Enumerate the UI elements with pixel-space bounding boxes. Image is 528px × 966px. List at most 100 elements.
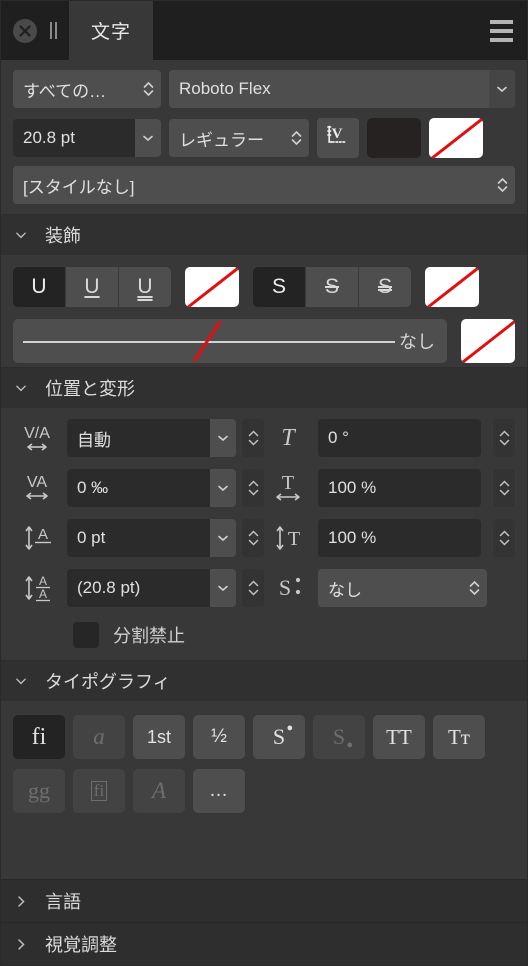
character-rotation-field[interactable]: 0 °	[318, 419, 481, 457]
tracking-cell: VA 0 ‰	[13, 468, 264, 508]
rotation-icon: T	[264, 418, 312, 458]
close-circle-icon[interactable]	[13, 18, 37, 43]
section-header-decoration[interactable]: 装飾	[1, 214, 527, 255]
fill-color-swatch[interactable]	[367, 118, 421, 158]
subscript-button[interactable]: S ●	[313, 715, 365, 759]
strikethrough-double-button[interactable]: S	[359, 267, 411, 307]
position-field[interactable]: なし	[318, 569, 487, 607]
section-header-position[interactable]: 位置と変形	[1, 367, 527, 408]
vertical-text-icon[interactable]: V	[317, 118, 359, 158]
character-rotation-cell: T 0 °	[264, 418, 515, 458]
svg-text:T: T	[288, 528, 300, 550]
swash-label: A	[151, 778, 167, 803]
vertical-scale-stepper[interactable]	[493, 519, 515, 557]
no-break-checkbox[interactable]	[73, 622, 99, 648]
line-style-select[interactable]: なし	[13, 319, 447, 363]
superscript-button[interactable]: S ●	[253, 715, 305, 759]
text-style-stepper[interactable]	[489, 166, 515, 204]
leading-icon: A A	[13, 568, 61, 608]
no-break-label: 分割禁止	[113, 626, 185, 646]
discretionary-ligatures-label: fi	[90, 781, 108, 801]
horizontal-scale-stepper[interactable]	[493, 469, 515, 507]
font-weight-value: レギュラー	[179, 130, 264, 150]
baseline-shift-dropdown-arrow[interactable]	[210, 519, 236, 557]
leading-stepper[interactable]	[242, 569, 264, 607]
small-caps-button[interactable]: Tт	[433, 715, 485, 759]
character-rotation-stepper[interactable]	[493, 419, 515, 457]
alternate-glyphs-button[interactable]: gg	[13, 769, 65, 813]
section-header-language[interactable]: 言語	[1, 879, 527, 922]
text-style-select[interactable]: [スタイルなし]	[13, 166, 515, 204]
kerning-dropdown-arrow[interactable]	[210, 419, 236, 457]
font-filter-select[interactable]: すべての…	[13, 70, 161, 108]
line-color-swatch[interactable]	[461, 319, 515, 363]
svg-text:A: A	[39, 587, 47, 601]
all-caps-label: TT	[386, 724, 412, 749]
position-fields-grid: V/A 自動 T 0 ° VA 0 ‰ T 100 % A 0 pt T 100…	[1, 408, 527, 608]
section-header-typography[interactable]: タイポグラフィ	[1, 660, 527, 701]
font-filter-value: すべての…	[23, 81, 107, 101]
underline-single-button[interactable]: U	[66, 267, 119, 307]
stroke-color-swatch[interactable]	[429, 118, 483, 158]
font-size-dropdown-arrow[interactable]	[135, 119, 161, 157]
kerning-stepper[interactable]	[242, 419, 264, 457]
leading-dropdown-arrow[interactable]	[210, 569, 236, 607]
horizontal-scale-field[interactable]: 100 %	[318, 469, 481, 507]
tracking-stepper[interactable]	[242, 469, 264, 507]
font-weight-select[interactable]: レギュラー	[169, 119, 309, 157]
font-name-dropdown-arrow[interactable]	[489, 70, 515, 108]
section-header-optical[interactable]: 視覚調整	[1, 922, 527, 965]
strikethrough-none-button[interactable]: S	[253, 267, 306, 307]
tracking-field[interactable]: 0 ‰	[67, 469, 236, 507]
strikethrough-button-group: S S S	[253, 267, 411, 307]
underline-double-button[interactable]: U	[119, 267, 171, 307]
drag-grip-icon[interactable]	[50, 22, 57, 40]
more-typography-button[interactable]: …	[193, 769, 245, 813]
contextual-alternates-button[interactable]: a	[73, 715, 125, 759]
font-size-field[interactable]: 20.8 pt	[13, 119, 161, 157]
font-weight-stepper[interactable]	[283, 119, 309, 157]
ordinals-label: 1st	[146, 726, 171, 747]
kerning-value: 自動	[77, 430, 111, 450]
kerning-icon: V/A	[13, 418, 61, 458]
tracking-dropdown-arrow[interactable]	[210, 469, 236, 507]
font-name-select[interactable]: Roboto Flex	[169, 70, 515, 108]
font-size-value: 20.8 pt	[23, 128, 75, 147]
svg-text:VA: VA	[27, 474, 47, 491]
underline-color-swatch[interactable]	[185, 267, 239, 307]
ordinals-button[interactable]: 1st	[133, 715, 185, 759]
vertical-scale-cell: T 100 %	[264, 518, 515, 558]
kerning-field[interactable]: 自動	[67, 419, 236, 457]
fractions-label: ½	[211, 726, 227, 747]
font-filter-stepper[interactable]	[135, 70, 161, 108]
fractions-button[interactable]: ½	[193, 715, 245, 759]
underline-button-group: U U U	[13, 267, 171, 307]
discretionary-ligatures-button[interactable]: fi	[73, 769, 125, 813]
no-break-row: 分割禁止	[1, 608, 527, 660]
horizontal-scale-icon: T	[264, 468, 312, 508]
strikethrough-single-label: S	[324, 275, 339, 298]
swash-button[interactable]: A	[133, 769, 185, 813]
hamburger-menu-icon[interactable]	[475, 1, 527, 60]
baseline-shift-stepper[interactable]	[242, 519, 264, 557]
leading-field[interactable]: (20.8 pt)	[67, 569, 236, 607]
svg-text:T: T	[281, 425, 296, 451]
line-style-value: なし	[399, 332, 435, 352]
strikethrough-color-swatch[interactable]	[425, 267, 479, 307]
vertical-scale-field[interactable]: 100 %	[318, 519, 481, 557]
panel-tab-bar: 文字	[1, 1, 527, 60]
horizontal-scale-cell: T 100 %	[264, 468, 515, 508]
strikethrough-double-label: S	[377, 275, 392, 298]
all-caps-button[interactable]: TT	[373, 715, 425, 759]
svg-text:V/A: V/A	[24, 425, 50, 442]
line-style-preview	[13, 319, 399, 363]
strikethrough-single-button[interactable]: S	[306, 267, 359, 307]
tab-character[interactable]: 文字	[69, 1, 154, 60]
contextual-alternates-label: a	[93, 724, 105, 749]
baseline-shift-field[interactable]: 0 pt	[67, 519, 236, 557]
standard-ligatures-button[interactable]: fi	[13, 715, 65, 759]
position-stepper[interactable]	[461, 569, 487, 607]
chevron-down-icon	[15, 384, 27, 393]
underline-none-button[interactable]: U	[13, 267, 66, 307]
underline-none-label: U	[31, 275, 47, 298]
